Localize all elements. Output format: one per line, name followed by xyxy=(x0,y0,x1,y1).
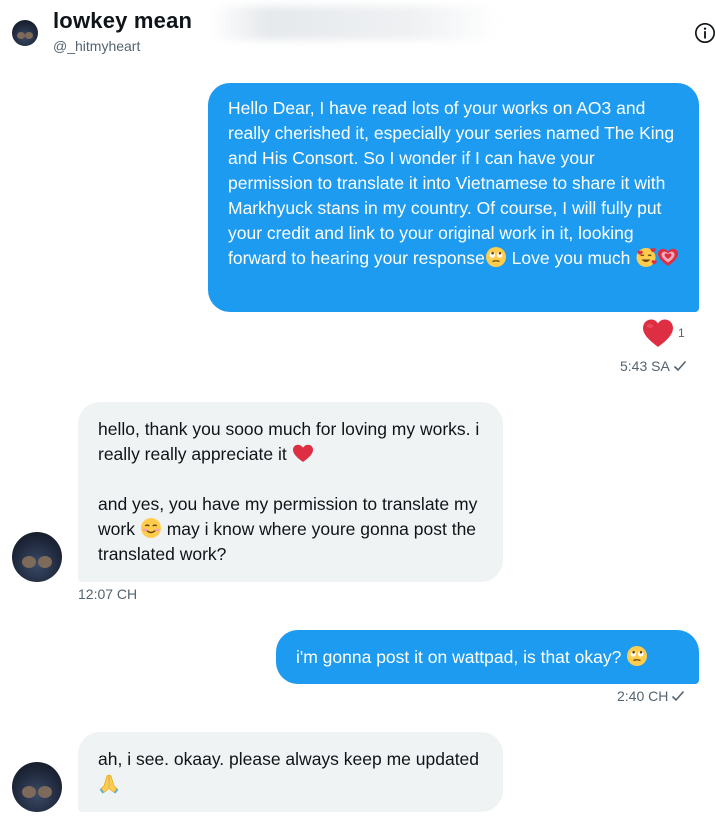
message-text: i'm gonna post it on wattpad, is that ok… xyxy=(296,647,622,667)
blushing-smile-emoji xyxy=(140,518,161,538)
message-text: Hello Dear, I have read lots of your wor… xyxy=(228,98,675,268)
smiling-face-with-hearts-emoji xyxy=(636,248,657,267)
message-timestamp: 5:43 SA xyxy=(620,358,687,374)
contact-handle[interactable]: @_hitmyheart xyxy=(53,38,140,54)
red-heart-emoji xyxy=(292,444,313,462)
message-bubble-received[interactable]: ah, i see. okaay. please always keep me … xyxy=(78,732,503,812)
message-text: Love you much xyxy=(506,248,631,268)
contact-name[interactable]: lowkey mean xyxy=(53,8,192,34)
message-text: hello, thank you sooo much for loving my… xyxy=(98,419,480,464)
message-timestamp: 12:07 CH xyxy=(78,586,138,602)
timestamp-text: 2:40 CH xyxy=(617,688,669,704)
message-timestamp: 2:40 CH xyxy=(617,688,685,704)
contact-avatar[interactable] xyxy=(12,532,62,582)
reaction-count: 1 xyxy=(678,326,685,340)
eye-roll-emoji xyxy=(485,247,506,267)
eye-roll-emoji xyxy=(627,646,648,666)
contact-avatar[interactable] xyxy=(12,762,62,812)
message-bubble-received[interactable]: hello, thank you sooo much for loving my… xyxy=(78,402,503,582)
info-icon[interactable] xyxy=(694,22,716,44)
timestamp-text: 5:43 SA xyxy=(620,358,670,374)
conversation-header: lowkey mean @_hitmyheart xyxy=(0,0,716,62)
message-reaction[interactable]: 1 xyxy=(642,318,692,348)
folded-hands-emoji xyxy=(99,774,119,794)
checkmark-icon xyxy=(673,360,686,372)
red-heart-emoji xyxy=(643,319,673,347)
header-avatar[interactable] xyxy=(12,20,38,46)
message-text: ah, i see. okaay. please always keep me … xyxy=(98,749,480,769)
message-bubble-sent[interactable]: i'm gonna post it on wattpad, is that ok… xyxy=(276,630,699,684)
growing-heart-emoji xyxy=(658,248,679,266)
checkmark-icon xyxy=(672,690,685,702)
message-bubble-sent[interactable]: Hello Dear, I have read lots of your wor… xyxy=(208,83,699,312)
redacted-area xyxy=(210,6,500,40)
